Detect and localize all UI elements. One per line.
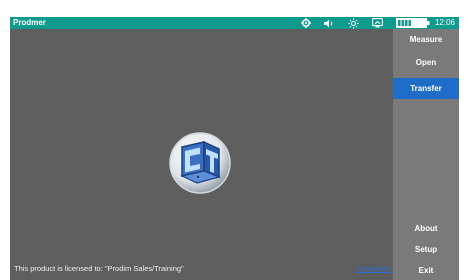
- transfer-button[interactable]: Transfer: [393, 78, 459, 99]
- setup-button[interactable]: Setup: [393, 243, 459, 257]
- app-title: Prodmer: [13, 18, 46, 27]
- exit-button[interactable]: Exit: [393, 264, 459, 278]
- volume-icon[interactable]: [323, 17, 335, 29]
- sidebar-menu: Measure Open Transfer About Setup Exit: [393, 29, 459, 280]
- license-text: This product is licensed to: "Prodim Sal…: [14, 264, 184, 273]
- about-button[interactable]: About: [393, 222, 459, 236]
- brightness-icon[interactable]: [347, 17, 359, 29]
- screen-icon[interactable]: [371, 17, 383, 29]
- title-bar: Prodmer 12:06: [10, 17, 459, 29]
- app-logo-icon: [169, 132, 231, 194]
- disclaimer-link[interactable]: Disclaimer: [356, 264, 391, 273]
- battery-icon: [396, 17, 430, 29]
- workspace-canvas: This product is licensed to: "Prodim Sal…: [10, 29, 393, 280]
- device-screen: Prodmer 12:06 This product is licensed t…: [10, 17, 459, 280]
- settings-gear-icon[interactable]: [300, 17, 312, 29]
- clock: 12:06: [434, 18, 455, 27]
- open-button[interactable]: Open: [393, 56, 459, 70]
- measure-button[interactable]: Measure: [393, 33, 459, 47]
